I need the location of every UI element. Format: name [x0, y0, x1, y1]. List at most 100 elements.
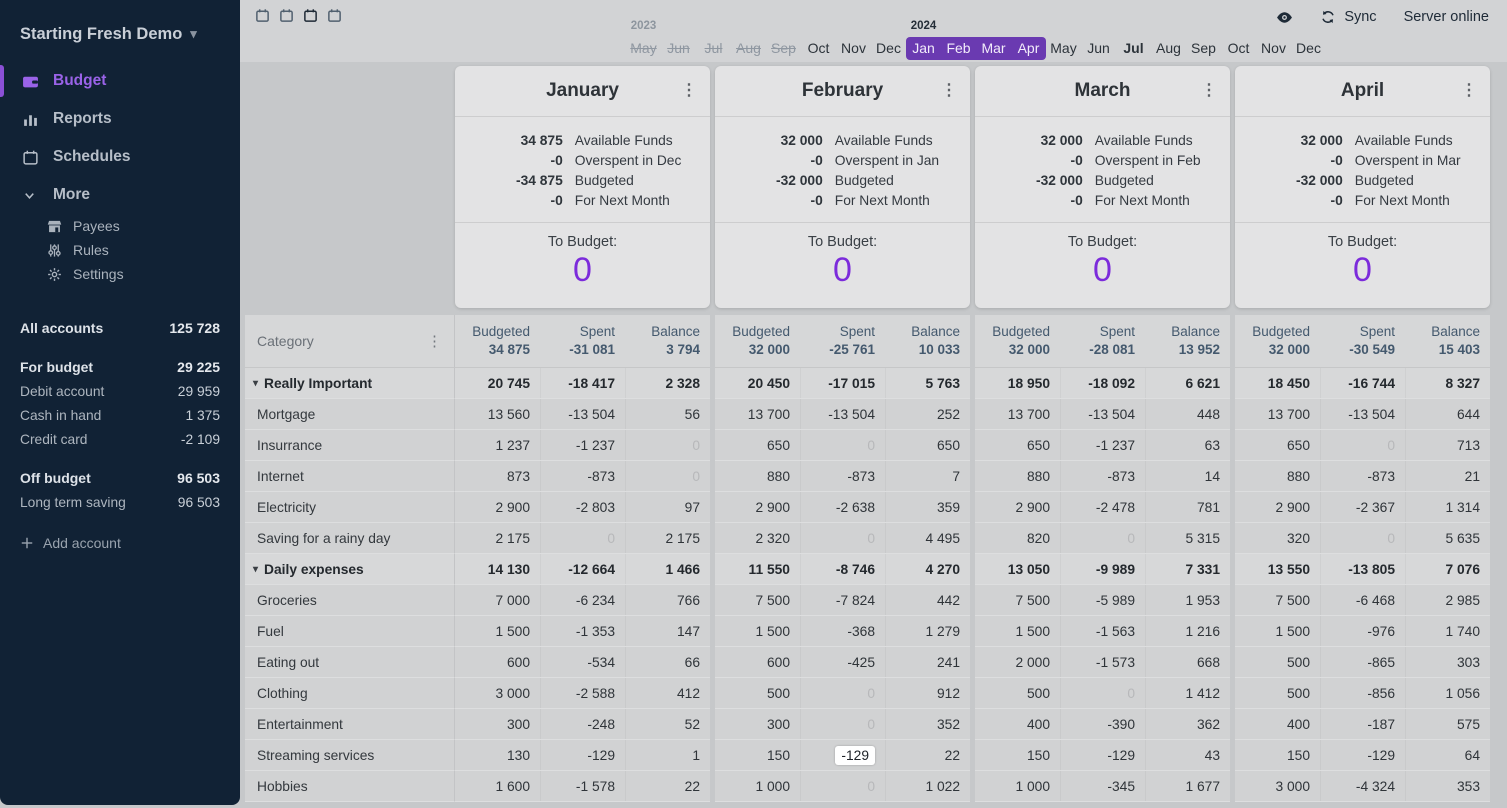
balance-cell[interactable]: 66 [625, 647, 710, 677]
balance-cell[interactable]: 5 315 [1145, 523, 1230, 553]
3-month-view-button[interactable] [300, 7, 321, 28]
budgeted-cell[interactable]: 880 [1235, 461, 1320, 491]
account-item-credit-card[interactable]: Credit card-2 109 [0, 427, 240, 451]
category-name-daily-expenses[interactable]: ▾Daily expenses [245, 554, 455, 585]
budgeted-cell[interactable]: 500 [1235, 678, 1320, 708]
timeline-month-2023-dec[interactable]: Dec [871, 37, 906, 60]
budgeted-cell[interactable]: 2 900 [975, 492, 1060, 522]
spent-cell[interactable]: -6 234 [540, 585, 625, 615]
spent-cell[interactable]: -390 [1060, 709, 1145, 739]
to-budget-button[interactable]: To Budget:0 [715, 223, 970, 290]
balance-column-header[interactable]: Balance15 403 [1405, 315, 1490, 367]
category-name-hobbies[interactable]: Hobbies [245, 771, 455, 802]
spent-cell[interactable]: -6 468 [1320, 585, 1405, 615]
spent-cell[interactable]: 0 [540, 523, 625, 553]
budgeted-column-header[interactable]: Budgeted32 000 [1235, 315, 1320, 367]
spent-cell[interactable]: -13 805 [1320, 554, 1405, 584]
timeline-month-2023-nov[interactable]: Nov [836, 37, 871, 60]
category-name-saving-for-a-rainy-day[interactable]: Saving for a rainy day [245, 523, 455, 554]
spent-cell[interactable]: 0 [1320, 430, 1405, 460]
budgeted-cell[interactable]: 1 500 [715, 616, 800, 646]
balance-cell[interactable]: 1 279 [885, 616, 970, 646]
timeline-month-2023-sep[interactable]: Sep [766, 37, 801, 60]
budgeted-cell[interactable]: 1 237 [455, 430, 540, 460]
balance-cell[interactable]: 362 [1145, 709, 1230, 739]
budgeted-cell[interactable]: 7 500 [715, 585, 800, 615]
spent-cell[interactable]: -2 367 [1320, 492, 1405, 522]
spent-column-header[interactable]: Spent-28 081 [1060, 315, 1145, 367]
4-month-view-button[interactable] [324, 7, 345, 28]
spent-cell[interactable]: -425 [800, 647, 885, 677]
category-name-fuel[interactable]: Fuel [245, 616, 455, 647]
spent-column-header[interactable]: Spent-25 761 [800, 315, 885, 367]
balance-cell[interactable]: 0 [625, 430, 710, 460]
spent-cell[interactable]: -129 [1320, 740, 1405, 770]
balance-cell[interactable]: 7 331 [1145, 554, 1230, 584]
budgeted-cell[interactable]: 1 000 [715, 771, 800, 801]
timeline-month-2023-may[interactable]: May [626, 37, 661, 60]
spent-cell[interactable]: -18 092 [1060, 368, 1145, 398]
balance-cell[interactable]: 1 [625, 740, 710, 770]
spent-cell[interactable]: -18 417 [540, 368, 625, 398]
category-name-really-important[interactable]: ▾Really Important [245, 368, 455, 399]
budgeted-cell[interactable]: 150 [1235, 740, 1320, 770]
balance-cell[interactable]: 7 076 [1405, 554, 1490, 584]
budgeted-cell[interactable]: 1 000 [975, 771, 1060, 801]
spent-cell[interactable]: -873 [540, 461, 625, 491]
spent-cell[interactable]: -187 [1320, 709, 1405, 739]
spent-cell[interactable]: -368 [800, 616, 885, 646]
balance-cell[interactable]: 4 495 [885, 523, 970, 553]
budgeted-cell[interactable]: 11 550 [715, 554, 800, 584]
balance-cell[interactable]: 5 763 [885, 368, 970, 398]
budget-file-selector[interactable]: Starting Fresh Demo ▾ [0, 20, 240, 48]
spent-column-header[interactable]: Spent-31 081 [540, 315, 625, 367]
timeline-month-2024-mar[interactable]: Mar [976, 37, 1011, 60]
balance-cell[interactable]: 713 [1405, 430, 1490, 460]
timeline-month-2024-jan[interactable]: Jan [906, 37, 941, 60]
balance-cell[interactable]: 1 466 [625, 554, 710, 584]
spent-cell[interactable]: -873 [1320, 461, 1405, 491]
budgeted-cell[interactable]: 600 [715, 647, 800, 677]
budgeted-cell[interactable]: 13 700 [715, 399, 800, 429]
category-menu-button[interactable]: ⋮ [427, 332, 442, 350]
balance-cell[interactable]: 97 [625, 492, 710, 522]
spent-cell[interactable]: -17 015 [800, 368, 885, 398]
balance-cell[interactable]: 21 [1405, 461, 1490, 491]
budgeted-cell[interactable]: 300 [455, 709, 540, 739]
category-name-electricity[interactable]: Electricity [245, 492, 455, 523]
budgeted-cell[interactable]: 13 050 [975, 554, 1060, 584]
balance-cell[interactable]: 1 056 [1405, 678, 1490, 708]
balance-cell[interactable]: 14 [1145, 461, 1230, 491]
budgeted-cell[interactable]: 500 [1235, 647, 1320, 677]
timeline-month-2024-oct[interactable]: Oct [1221, 37, 1256, 60]
budgeted-cell[interactable]: 873 [455, 461, 540, 491]
spent-cell[interactable]: -873 [800, 461, 885, 491]
account-group-for-budget[interactable]: For budget29 225 [0, 355, 240, 379]
account-all-accounts[interactable]: All accounts125 728 [0, 316, 240, 340]
balance-cell[interactable]: 1 412 [1145, 678, 1230, 708]
budgeted-cell[interactable]: 2 900 [1235, 492, 1320, 522]
balance-cell[interactable]: 644 [1405, 399, 1490, 429]
category-name-mortgage[interactable]: Mortgage [245, 399, 455, 430]
balance-cell[interactable]: 22 [885, 740, 970, 770]
spent-cell[interactable]: -12 664 [540, 554, 625, 584]
sidebar-item-schedules[interactable]: Schedules [0, 138, 240, 176]
balance-cell[interactable]: 8 327 [1405, 368, 1490, 398]
balance-cell[interactable]: 56 [625, 399, 710, 429]
budgeted-cell[interactable]: 7 500 [1235, 585, 1320, 615]
category-name-clothing[interactable]: Clothing [245, 678, 455, 709]
balance-cell[interactable]: 252 [885, 399, 970, 429]
budgeted-cell[interactable]: 1 500 [975, 616, 1060, 646]
budgeted-cell[interactable]: 13 700 [975, 399, 1060, 429]
budgeted-cell[interactable]: 400 [975, 709, 1060, 739]
month-menu-button[interactable]: ⋮ [1461, 83, 1477, 99]
budgeted-cell[interactable]: 2 000 [975, 647, 1060, 677]
budgeted-cell[interactable]: 130 [455, 740, 540, 770]
balance-cell[interactable]: 1 677 [1145, 771, 1230, 801]
spent-cell[interactable]: -2 588 [540, 678, 625, 708]
budgeted-cell[interactable]: 7 500 [975, 585, 1060, 615]
account-group-off-budget[interactable]: Off budget96 503 [0, 466, 240, 490]
sync-button[interactable]: Sync [1320, 9, 1376, 26]
month-menu-button[interactable]: ⋮ [941, 83, 957, 99]
account-item-long-term-saving[interactable]: Long term saving96 503 [0, 490, 240, 514]
